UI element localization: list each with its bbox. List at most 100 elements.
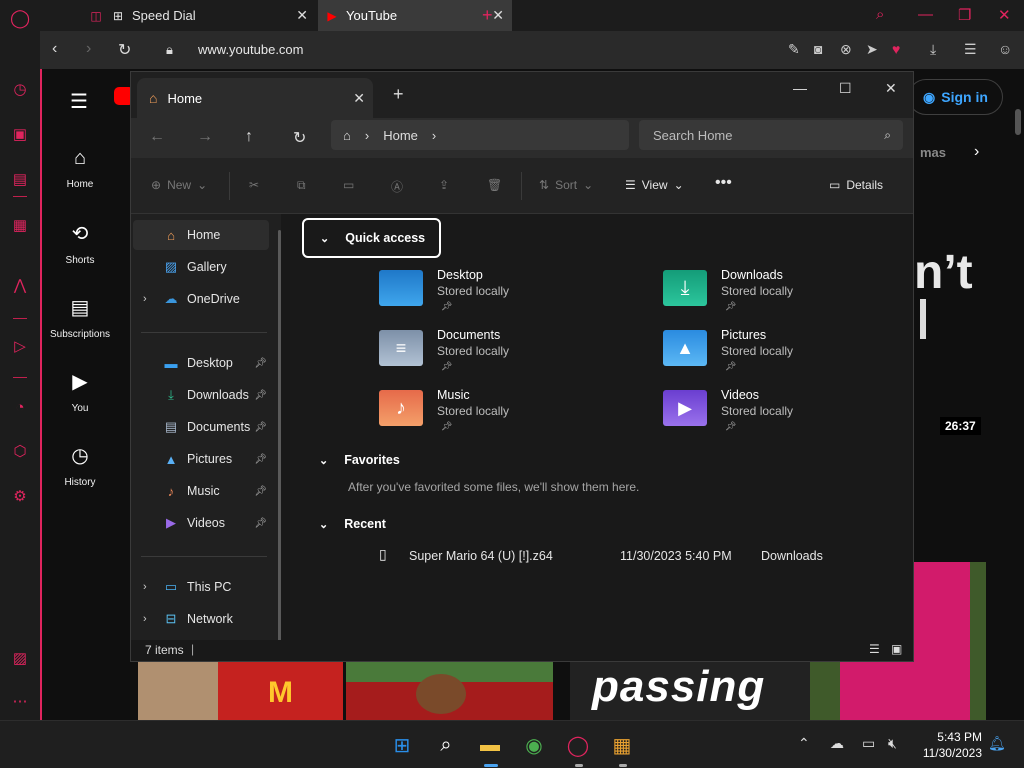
minimize-button[interactable]: —: [918, 6, 933, 23]
search-tabs-icon[interactable]: ⌕: [876, 6, 884, 23]
yt-nav-you[interactable]: ▶ You: [42, 369, 118, 416]
video-thumbnail[interactable]: [346, 662, 553, 720]
opera-icon[interactable]: ◯: [564, 731, 592, 759]
volume-muted-icon[interactable]: 🔇︎: [888, 735, 897, 752]
share-icon[interactable]: ⇪: [439, 178, 449, 192]
cut-icon[interactable]: ✂: [249, 178, 259, 192]
edit-icon[interactable]: ✎: [788, 41, 800, 58]
heart-icon[interactable]: ♥: [892, 41, 900, 57]
up-button[interactable]: ↑: [245, 128, 253, 146]
details-button[interactable]: ▭ Details: [829, 178, 883, 192]
folder-music[interactable]: ♪ Music Stored locally 📌︎: [379, 388, 639, 444]
system-clock[interactable]: 5:43 PM 11/30/2023: [916, 729, 982, 761]
rename-icon[interactable]: Ⓐ: [391, 178, 403, 195]
speed-dial-icon[interactable]: ◷: [10, 80, 30, 100]
minimize-button[interactable]: —: [793, 80, 807, 96]
recent-header[interactable]: ⌄ Recent: [303, 504, 386, 544]
player-play-icon[interactable]: ▷: [10, 337, 30, 357]
yt-nav-shorts[interactable]: ⟲ Shorts: [42, 221, 118, 268]
delete-icon[interactable]: 🗑︎: [487, 178, 502, 192]
favorites-header[interactable]: ⌄ Favorites: [303, 440, 400, 480]
sidebar-item-videos[interactable]: ▶ Videos 📌︎: [133, 508, 269, 538]
refresh-button[interactable]: ↻: [293, 128, 306, 148]
close-icon[interactable]: ✕: [492, 7, 504, 24]
download-icon[interactable]: ⤓: [930, 41, 936, 58]
sidebar-item-music[interactable]: ♪ Music 📌︎: [133, 476, 269, 506]
sort-button[interactable]: ⇅ Sort ⌄: [539, 178, 593, 192]
forward-button[interactable]: ›: [86, 40, 91, 58]
show-hidden-icons[interactable]: ⌃: [798, 735, 810, 752]
quick-access-header[interactable]: ⌄ Quick access: [302, 218, 442, 258]
tiles-view-icon[interactable]: ▣: [891, 642, 902, 656]
sidebar-item-network[interactable]: › ⊟ Network: [133, 604, 269, 634]
hamburger-menu-icon[interactable]: ☰: [70, 89, 88, 114]
twitch-icon[interactable]: ▤: [10, 170, 30, 190]
yt-nav-history[interactable]: ◷ History: [42, 443, 118, 490]
new-tab-button[interactable]: +: [482, 5, 493, 26]
back-button[interactable]: ‹: [52, 40, 57, 58]
close-tab-icon[interactable]: ✕: [353, 90, 365, 107]
restore-button[interactable]: ❐: [958, 6, 971, 24]
sidebar-item-desktop[interactable]: ▬ Desktop 📌︎: [133, 348, 269, 378]
more-icon[interactable]: ⋯: [10, 692, 30, 712]
explorer-tab-home[interactable]: ⌂ Home ✕: [137, 78, 373, 118]
sidebar-item-documents[interactable]: ▤ Documents 📌︎: [133, 412, 269, 442]
file-explorer-icon[interactable]: ▬: [476, 731, 504, 759]
close-icon[interactable]: ✕: [296, 7, 308, 24]
paint-icon[interactable]: ▦: [608, 731, 636, 759]
close-window-button[interactable]: ✕: [885, 80, 897, 97]
aria-icon[interactable]: ⋀: [10, 276, 30, 296]
video-thumbnail[interactable]: M: [138, 662, 343, 720]
sidebar-item-home[interactable]: ⌂ Home: [133, 220, 269, 250]
chevron-right-icon[interactable]: ›: [143, 613, 147, 625]
profile-icon[interactable]: ☺: [998, 41, 1012, 57]
sidebar-item-pictures[interactable]: ▲ Pictures 📌︎: [133, 444, 269, 474]
send-icon[interactable]: ➤: [866, 41, 878, 58]
folder-videos[interactable]: ▶ Videos Stored locally 📌︎: [663, 388, 923, 444]
back-button[interactable]: ←: [149, 128, 165, 146]
folder-downloads[interactable]: ⤓ Downloads Stored locally 📌︎: [663, 268, 923, 324]
opera-logo-icon[interactable]: ◯: [10, 8, 30, 28]
adblock-icon[interactable]: ⊗: [840, 41, 852, 58]
sidebar-scrollbar[interactable]: [278, 230, 281, 650]
new-button[interactable]: ⊕ New ⌄: [151, 178, 207, 192]
camera-icon[interactable]: ◙: [814, 41, 822, 57]
image-icon[interactable]: ▨: [10, 649, 30, 669]
view-button[interactable]: ☰ View ⌄: [625, 178, 684, 192]
cloud-icon[interactable]: ☁: [830, 735, 844, 752]
category-chip[interactable]: mas: [920, 145, 946, 160]
extensions-icon[interactable]: ⬡: [10, 442, 30, 462]
sidebar-item-gallery[interactable]: ▨ Gallery: [133, 252, 269, 282]
forward-button[interactable]: →: [197, 128, 213, 146]
copy-icon[interactable]: ⧉: [297, 178, 306, 193]
chrome-icon[interactable]: ◉: [520, 731, 548, 759]
search-icon[interactable]: ⌕: [432, 731, 460, 759]
maximize-button[interactable]: ☐: [839, 80, 852, 97]
search-input[interactable]: Search Home ⌕: [639, 120, 903, 150]
more-options-icon[interactable]: •••: [715, 174, 732, 192]
player-icon[interactable]: ▦: [10, 216, 30, 236]
url-field[interactable]: www.youtube.com: [198, 42, 304, 57]
breadcrumb-home[interactable]: Home: [383, 128, 418, 143]
video-thumbnail[interactable]: passing: [570, 662, 810, 720]
recent-file-row[interactable]: ▯ Super Mario 64 (U) [!].z64 11/30/2023 …: [379, 546, 899, 570]
start-button[interactable]: ⊞: [388, 731, 416, 759]
yt-nav-subscriptions[interactable]: ▤ Subscriptions: [42, 295, 118, 342]
display-icon[interactable]: ▭: [862, 735, 875, 752]
notification-bell-icon[interactable]: 🔔︎: [988, 735, 1006, 752]
paste-icon[interactable]: ▭: [343, 178, 354, 192]
chips-next-icon[interactable]: ›: [974, 143, 979, 161]
sign-in-button[interactable]: ◉ Sign in: [908, 79, 1003, 115]
chevron-right-icon[interactable]: ›: [143, 293, 147, 305]
folder-pictures[interactable]: ▲ Pictures Stored locally 📌︎: [663, 328, 923, 384]
chevron-right-icon[interactable]: ›: [432, 128, 436, 143]
easy-setup-icon[interactable]: ☰: [964, 41, 977, 58]
chevron-right-icon[interactable]: ›: [143, 581, 147, 593]
reload-button[interactable]: ↻: [118, 40, 131, 60]
workspaces-icon[interactable]: ▣: [10, 125, 30, 145]
yt-nav-home[interactable]: ⌂ Home: [42, 147, 118, 192]
breadcrumb[interactable]: ⌂ › Home ›: [331, 120, 629, 150]
history-icon[interactable]: ◔: [10, 398, 30, 418]
folder-desktop[interactable]: Desktop Stored locally 📌︎: [379, 268, 639, 324]
folder-documents[interactable]: ≡ Documents Stored locally 📌︎: [379, 328, 639, 384]
